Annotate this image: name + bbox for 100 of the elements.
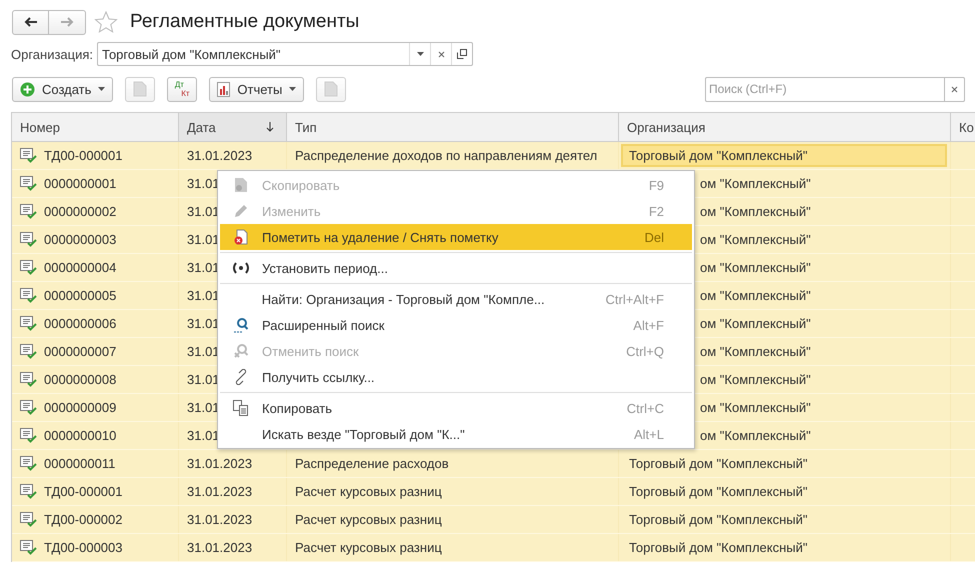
table-cell: Торговый дом "Комплексный" <box>629 540 808 555</box>
column-header[interactable]: Организация <box>619 113 951 141</box>
shortcut-label: F2 <box>648 204 665 218</box>
posted-document-icon <box>20 204 37 219</box>
menu-item[interactable]: Пометить на удаление / Снять пометку Del <box>220 224 692 250</box>
document-icon <box>324 81 338 97</box>
table-cell: 31.01 <box>187 372 220 387</box>
caret-icon <box>289 87 296 91</box>
sort-down-arrow-icon <box>266 122 274 132</box>
organization-label: Организация: <box>11 46 94 62</box>
column-header[interactable]: Тип <box>287 113 619 141</box>
table-cell: Расчет курсовых разниц <box>295 540 442 555</box>
table-cell: Торговый дом "Комплексный" <box>629 512 808 527</box>
posted-document-icon <box>20 428 37 443</box>
table-cell: Торговый дом "Комплексный" <box>629 456 808 471</box>
current-cell[interactable]: Торговый дом "Комплексный" <box>621 480 947 503</box>
menu-item[interactable]: Расширенный поиск Alt+F <box>220 312 692 338</box>
table-cell: 31.01 <box>187 176 220 191</box>
menu-item[interactable]: Получить ссылку... <box>220 364 692 390</box>
delete-document-icon <box>234 229 248 245</box>
table-cell: Распределение доходов по направлениям деятел <box>295 148 598 163</box>
search-icon <box>233 317 249 333</box>
pencil-icon <box>233 203 249 219</box>
table-cell: 31.01 <box>187 344 220 359</box>
table-cell: 31.01 <box>187 204 220 219</box>
table-cell: ТД00-000001 <box>44 484 122 499</box>
document-icon <box>234 177 248 193</box>
report-icon <box>217 82 230 96</box>
shortcut-label: Ctrl+Alt+F <box>604 292 665 306</box>
posted-document-icon <box>20 484 37 499</box>
table-cell: 0000000006 <box>44 316 116 331</box>
posted-document-icon <box>20 456 37 471</box>
table-cell: Торговый дом "Комплексный" <box>629 148 808 163</box>
period-icon <box>232 262 250 274</box>
create-button[interactable]: Создать <box>12 76 114 102</box>
table-cell: 0000000007 <box>44 344 116 359</box>
search-field[interactable]: Поиск (Ctrl+F) <box>705 76 945 102</box>
table-cell: 0000000010 <box>44 428 116 443</box>
organization-field[interactable]: Торговый дом "Комплексный" <box>97 42 474 66</box>
table-cell: ом "Комплексный" <box>700 260 811 275</box>
back-button[interactable] <box>12 10 49 34</box>
menu-item[interactable]: Копировать Ctrl+C <box>220 395 692 421</box>
current-cell[interactable]: Торговый дом "Комплексный" <box>621 144 947 167</box>
table-cell: 31.01 <box>187 316 220 331</box>
column-header[interactable]: Дата <box>179 113 287 141</box>
table-cell: 31.01.2023 <box>187 540 252 555</box>
menu-item[interactable]: Искать везде "Торговый дом "К..." Alt+L <box>220 421 692 447</box>
link-icon <box>233 369 249 385</box>
table-cell: 31.01.2023 <box>187 484 252 499</box>
table-cell: ТД00-000001 <box>44 148 122 163</box>
table-cell: 0000000011 <box>44 456 116 471</box>
posted-document-icon <box>20 540 37 555</box>
table-cell: ТД00-000003 <box>44 540 122 555</box>
table-cell: ТД00-000002 <box>44 512 122 527</box>
table-cell: 31.01 <box>187 428 220 443</box>
favorite-star-icon[interactable] <box>94 10 118 34</box>
menu-item[interactable]: Установить период... <box>220 255 692 281</box>
dropdown-caret-icon[interactable] <box>416 52 424 56</box>
caret-icon <box>98 87 106 91</box>
current-cell[interactable]: Торговый дом "Комплексный" <box>621 536 947 559</box>
posted-document-icon <box>20 288 37 303</box>
table-cell: 31.01.2023 <box>187 148 252 163</box>
table-cell: 0000000003 <box>44 232 116 247</box>
posted-document-icon <box>20 232 37 247</box>
clear-search-button[interactable] <box>945 76 965 102</box>
shortcut-label: Ctrl+Q <box>625 344 665 358</box>
menu-item[interactable]: Найти: Организация - Торговый дом "Компле... Ctrl+Alt+F <box>220 286 692 312</box>
shortcut-label: Ctrl+C <box>626 400 665 416</box>
posted-document-icon <box>20 148 37 163</box>
table-cell: 0000000004 <box>44 260 116 275</box>
column-header[interactable]: Ко <box>951 113 975 141</box>
open-window-icon[interactable] <box>457 49 468 59</box>
clear-icon[interactable] <box>438 50 445 58</box>
posted-document-icon <box>20 400 37 415</box>
posted-document-icon <box>20 260 37 275</box>
table-cell: 0000000001 <box>44 176 116 191</box>
table-cell: Расчет курсовых разниц <box>295 512 442 527</box>
table-cell: 31.01.2023 <box>187 512 252 527</box>
table-cell: 0000000009 <box>44 400 116 415</box>
posted-document-icon <box>20 176 37 191</box>
forward-arrow-icon <box>60 17 74 27</box>
table-cell: Расчет курсовых разниц <box>295 484 442 499</box>
table-cell: 31.01.2023 <box>187 456 252 471</box>
current-cell[interactable]: Торговый дом "Комплексный" <box>621 452 947 475</box>
reports-button[interactable]: Отчеты <box>209 76 304 102</box>
table-cell: 31.01 <box>187 400 220 415</box>
table-cell: ом "Комплексный" <box>700 372 811 387</box>
table-cell: 0000000005 <box>44 288 116 303</box>
shortcut-label: Alt+F <box>632 318 665 332</box>
posted-document-icon <box>20 372 37 387</box>
window-title: Регламентные документы <box>130 11 360 33</box>
table-cell: 31.01 <box>187 232 220 247</box>
document-icon <box>133 81 148 97</box>
cancel-search-icon <box>233 343 249 359</box>
table-cell: Торговый дом "Комплексный" <box>629 484 808 499</box>
shortcut-label: F9 <box>648 178 665 192</box>
current-cell[interactable]: Торговый дом "Комплексный" <box>621 508 947 531</box>
debit-credit-button[interactable]: Дт Кт <box>167 76 198 102</box>
table-cell: 31.01 <box>187 288 220 303</box>
clear-icon <box>951 86 958 92</box>
